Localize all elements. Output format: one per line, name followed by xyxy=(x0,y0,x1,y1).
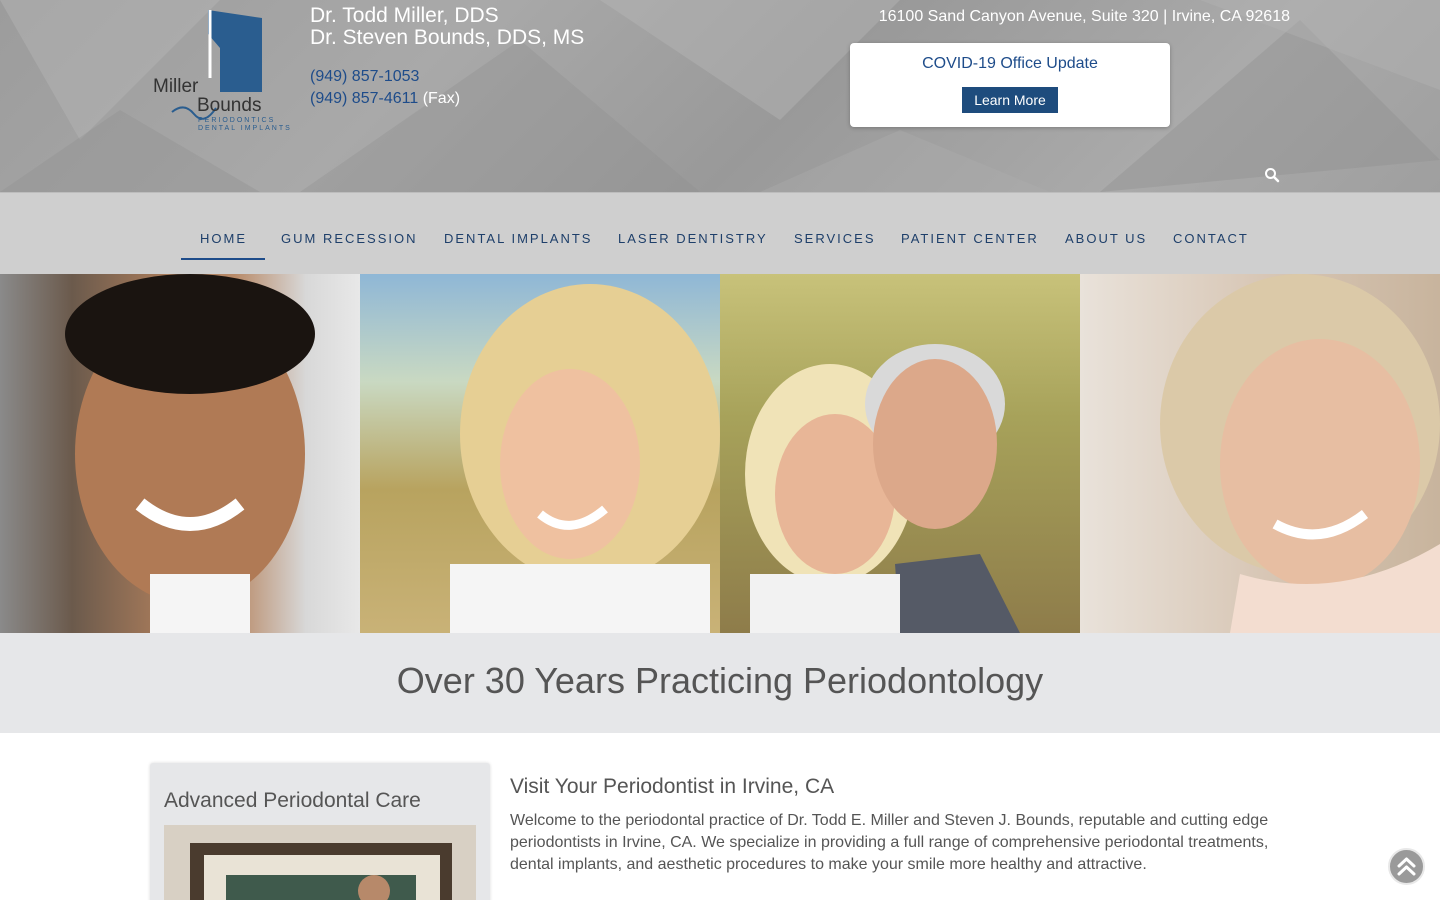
covid-notice: COVID-19 Office Update Learn More xyxy=(850,43,1170,127)
fax-label: (Fax) xyxy=(422,90,461,107)
advanced-care-card: Advanced Periodontal Care xyxy=(150,763,490,900)
site-header: Miller Bounds PERIODONTICS DENTAL IMPLAN… xyxy=(0,0,1440,192)
learn-more-button[interactable]: Learn More xyxy=(962,87,1058,113)
nav-item-services[interactable]: SERVICES xyxy=(794,231,876,246)
covid-title: COVID-19 Office Update xyxy=(922,55,1098,72)
active-nav-indicator xyxy=(181,258,265,260)
hero-photo-senior-couple xyxy=(720,274,1080,633)
hero-banner xyxy=(0,274,1440,633)
hero-photo-blonde-woman xyxy=(360,274,720,633)
hero-photo-older-woman xyxy=(1080,274,1440,633)
nav-item-home[interactable]: HOME xyxy=(200,231,247,246)
phone-block: (949) 857-1053 (949) 857-4611 (Fax) xyxy=(310,66,460,110)
double-chevron-up-icon xyxy=(1397,857,1416,876)
doctor-names: Dr. Todd Miller, DDS Dr. Steven Bounds, … xyxy=(310,5,584,49)
office-address: 16100 Sand Canyon Avenue, Suite 320 | Ir… xyxy=(878,8,1290,25)
phone-link[interactable]: (949) 857-1053 xyxy=(310,68,419,85)
card-title: Advanced Periodontal Care xyxy=(164,789,421,812)
nav-item-gum-recession[interactable]: GUM RECESSION xyxy=(281,231,418,246)
main-paragraph: Welcome to the periodontal practice of D… xyxy=(510,812,1269,873)
scroll-to-top-button[interactable] xyxy=(1388,848,1425,885)
tagline-heading: Over 30 Years Practicing Periodontology xyxy=(396,660,1044,701)
logo-text-periodontics: PERIODONTICS xyxy=(198,117,276,124)
doctor-name-1: Dr. Todd Miller, DDS xyxy=(310,4,499,27)
nav-item-laser-dentistry[interactable]: LASER DENTISTRY xyxy=(618,231,768,246)
main-title: Visit Your Periodontist in Irvine, CA xyxy=(510,775,835,798)
logo-text-dental-implants: DENTAL IMPLANTS xyxy=(198,125,292,132)
nav-item-about-us[interactable]: ABOUT US xyxy=(1065,231,1147,246)
fax-number[interactable]: (949) 857-4611 xyxy=(310,90,418,107)
search-icon[interactable] xyxy=(1264,167,1280,183)
nav-item-contact[interactable]: CONTACT xyxy=(1173,231,1249,246)
site-logo[interactable]: Miller Bounds PERIODONTICS DENTAL IMPLAN… xyxy=(150,8,295,136)
hero-photo-young-man xyxy=(0,274,360,633)
card-photo xyxy=(164,825,476,900)
logo-text-bounds: Bounds xyxy=(197,95,262,116)
nav-item-patient-center[interactable]: PATIENT CENTER xyxy=(901,231,1039,246)
logo-text-miller: Miller xyxy=(153,76,199,97)
nav-item-dental-implants[interactable]: DENTAL IMPLANTS xyxy=(444,231,592,246)
doctor-name-2: Dr. Steven Bounds, DDS, MS xyxy=(310,26,585,49)
main-nav: HOME GUM RECESSION DENTAL IMPLANTS LASER… xyxy=(0,192,1440,274)
